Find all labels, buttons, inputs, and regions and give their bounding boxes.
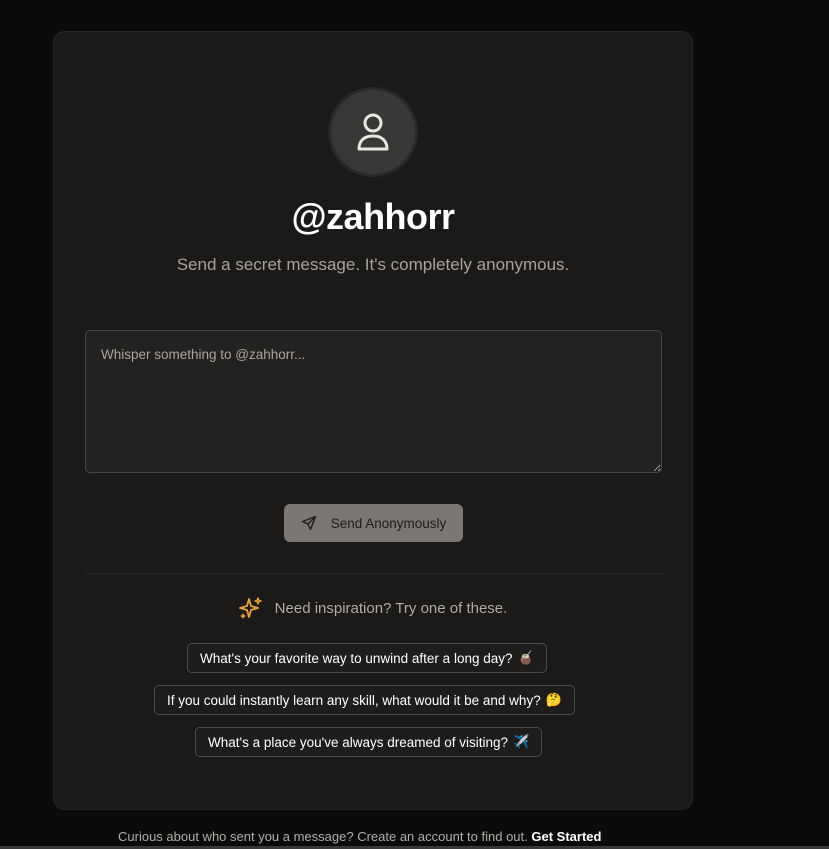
suggestion-chip-skill[interactable]: If you could instantly learn any skill, … bbox=[154, 685, 575, 715]
message-textarea[interactable] bbox=[85, 330, 662, 473]
suggestion-emoji: 🤔 bbox=[545, 692, 562, 707]
footer: Curious about who sent you a message? Cr… bbox=[118, 829, 601, 844]
page-subtitle: Send a secret message. It's completely a… bbox=[176, 255, 570, 274]
send-button-label: Send Anonymously bbox=[330, 515, 447, 531]
inspiration-label: Need inspiration? Try one of these. bbox=[274, 599, 508, 617]
suggestion-text: What's your favorite way to unwind after… bbox=[200, 650, 513, 666]
send-icon bbox=[301, 515, 316, 531]
inspiration-heading: Need inspiration? Try one of these. bbox=[54, 596, 692, 620]
page-title: @zahhorr bbox=[291, 196, 455, 237]
divider bbox=[85, 573, 662, 574]
profile-card: @zahhorr Send a secret message. It's com… bbox=[53, 31, 693, 810]
footer-text: Curious about who sent you a message? Cr… bbox=[118, 829, 528, 844]
suggestion-chip-unwind[interactable]: What's your favorite way to unwind after… bbox=[187, 643, 547, 673]
get-started-link[interactable]: Get Started bbox=[531, 829, 601, 844]
send-anonymously-button[interactable]: Send Anonymously bbox=[284, 504, 463, 542]
avatar bbox=[328, 87, 418, 177]
sparkles-icon bbox=[238, 597, 262, 619]
suggestion-chip-travel[interactable]: What's a place you've always dreamed of … bbox=[195, 727, 543, 757]
suggestion-emoji: ✈️ bbox=[513, 734, 530, 749]
suggestion-text: If you could instantly learn any skill, … bbox=[167, 692, 541, 708]
suggestion-text: What's a place you've always dreamed of … bbox=[208, 734, 509, 750]
user-icon bbox=[357, 113, 389, 151]
suggestion-emoji: 🧉 bbox=[517, 650, 534, 665]
